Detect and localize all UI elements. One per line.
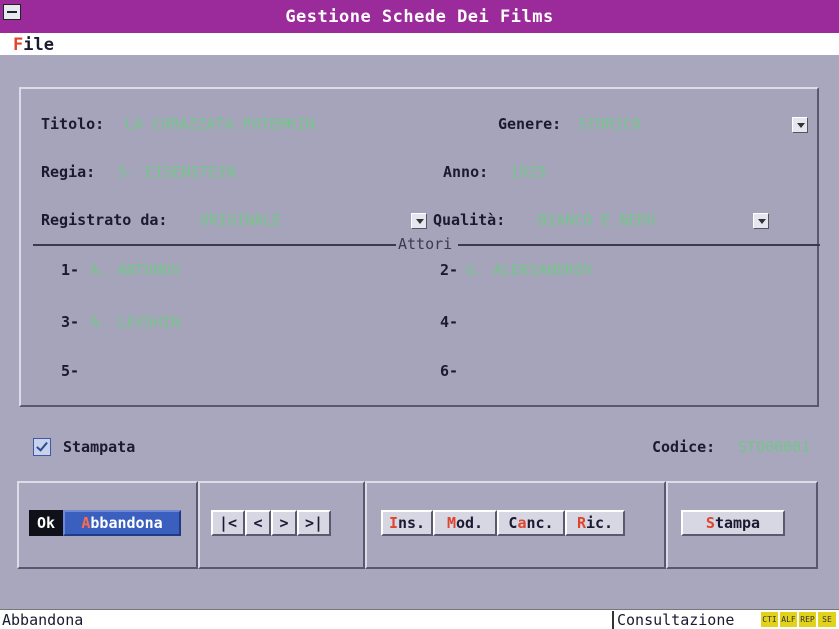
mod-hotkey: M — [446, 514, 456, 532]
status-indicator-alf: ALF — [780, 612, 797, 627]
status-bar: Abbandona Consultazione CTI ALF REP SE — [0, 609, 839, 629]
attori-legend: Attori — [396, 235, 455, 253]
actor-4-number: 4- — [440, 313, 459, 331]
ric-hotkey: R — [576, 514, 586, 532]
status-indicator-rep: REP — [799, 612, 816, 627]
abbandona-label: bbandona — [90, 514, 163, 532]
status-mode: Consultazione — [612, 611, 734, 629]
abbandona-hotkey: A — [81, 514, 91, 532]
actor-1-number: 1- — [61, 261, 80, 279]
anno-label: Anno: — [443, 163, 489, 181]
stampa-button[interactable]: Stampa — [681, 510, 785, 536]
ricerca-button[interactable]: Ric. — [565, 510, 625, 536]
actor-1-field[interactable]: A. ANTONOV — [90, 261, 180, 279]
codice-field: STO00001 — [738, 438, 811, 456]
title-bar: Gestione Schede Dei Films — [0, 0, 839, 33]
actor-2-number: 2- — [440, 261, 459, 279]
status-message: Abbandona — [2, 611, 84, 629]
mod-label: od. — [455, 514, 484, 532]
qualita-label: Qualità: — [433, 211, 506, 229]
codice-label: Codice: — [652, 438, 716, 456]
print-button-group: Stampa — [666, 481, 818, 569]
next-record-button[interactable]: > — [271, 510, 297, 536]
attori-separator-left — [33, 244, 400, 246]
anno-field[interactable]: 1925 — [510, 163, 546, 181]
actor-6-number: 6- — [440, 362, 459, 380]
inserisci-button[interactable]: Ins. — [381, 510, 433, 536]
actor-3-number: 3- — [61, 313, 80, 331]
modifica-button[interactable]: Mod. — [433, 510, 497, 536]
stampa-label: tampa — [714, 514, 761, 532]
attori-separator-right — [458, 244, 820, 246]
ins-hotkey: I — [388, 514, 398, 532]
cancella-button[interactable]: Ca nc. — [497, 510, 565, 536]
actor-2-field[interactable]: G. ALEKSANDROV — [466, 261, 592, 279]
genere-label: Genere: — [498, 115, 562, 133]
record-action-button-group: Ins. Mod. Ca nc. Ric. — [365, 481, 666, 569]
abbandona-button[interactable]: Abbandona — [63, 510, 181, 536]
menu-bar: File — [0, 33, 839, 55]
navigation-button-group: |< < > >| — [198, 481, 365, 569]
stampata-label: Stampata — [63, 438, 136, 456]
ins-label: ns. — [397, 514, 426, 532]
menu-file-label: ile — [23, 35, 54, 55]
last-record-button[interactable]: >| — [297, 510, 331, 536]
canc-prefix: C — [508, 514, 518, 532]
actor-3-field[interactable]: A. LEVSHIN — [90, 313, 180, 331]
ric-label: ic. — [585, 514, 614, 532]
first-record-button[interactable]: |< — [211, 510, 245, 536]
window-title: Gestione Schede Dei Films — [285, 7, 554, 27]
qualita-dropdown-icon[interactable] — [753, 213, 769, 229]
ok-button[interactable]: Ok — [29, 510, 63, 536]
titolo-field[interactable]: LA CORAZZATA POTEMKIN — [125, 115, 315, 133]
registrato-label: Registrato da: — [41, 211, 168, 229]
prev-record-button[interactable]: < — [245, 510, 271, 536]
menu-file-hotkey: F — [13, 35, 24, 55]
registrato-field[interactable]: ORIGINALE — [200, 211, 281, 229]
confirm-button-group: Ok Abbandona — [17, 481, 198, 569]
status-indicator-cti: CTI — [761, 612, 778, 627]
regia-field[interactable]: S. EISENSTEIN — [118, 163, 235, 181]
qualita-field[interactable]: BIANCO E NERO — [538, 211, 655, 229]
stampa-hotkey: S — [705, 514, 715, 532]
menu-file[interactable]: File — [13, 35, 54, 55]
genere-dropdown-icon[interactable] — [792, 117, 808, 133]
genere-field[interactable]: STORICO — [578, 115, 641, 133]
status-indicator-se: SE — [818, 612, 836, 627]
titolo-label: Titolo: — [41, 115, 105, 133]
registrato-dropdown-icon[interactable] — [411, 213, 427, 229]
actor-5-number: 5- — [61, 362, 80, 380]
canc-hotkey: a — [517, 514, 527, 532]
canc-label: nc. — [526, 514, 554, 532]
stampata-checkbox[interactable] — [33, 438, 51, 456]
regia-label: Regia: — [41, 163, 96, 181]
